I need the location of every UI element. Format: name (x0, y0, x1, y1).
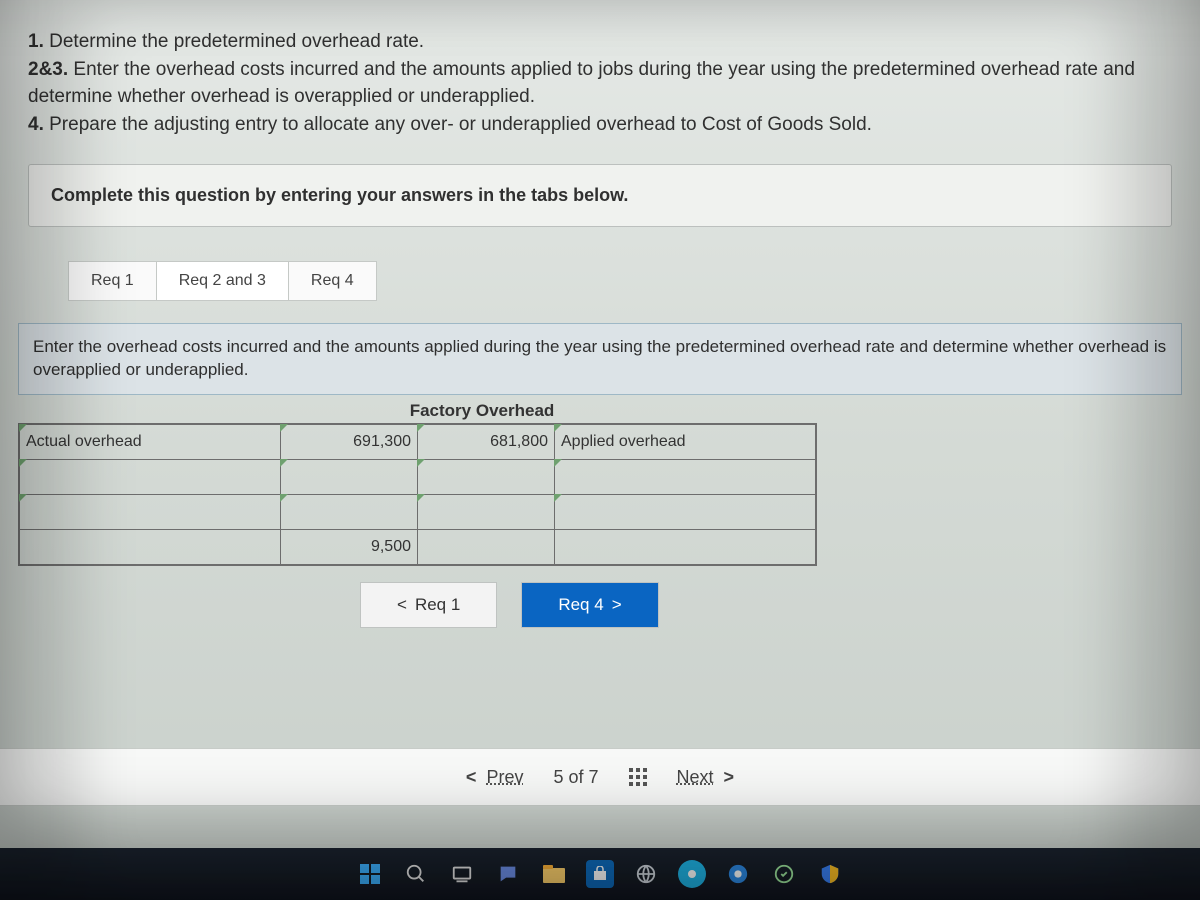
t-account-table: Actual overhead 691,300 681,800 Applied … (18, 423, 817, 566)
debit-label-cell[interactable] (19, 495, 281, 530)
debit-label-cell[interactable] (19, 530, 281, 566)
windows-taskbar (0, 848, 1200, 900)
store-icon[interactable] (586, 860, 614, 888)
grid-icon[interactable] (629, 768, 647, 786)
chevron-right-icon: > (612, 595, 622, 615)
pager-prev[interactable]: < Prev (466, 767, 524, 788)
next-req-button[interactable]: Req 4 > (521, 582, 658, 628)
instruction-bar: Complete this question by entering your … (28, 164, 1172, 227)
tab-req-2-and-3[interactable]: Req 2 and 3 (156, 261, 289, 301)
q4-num: 4. (28, 114, 44, 135)
credit-amount-cell[interactable] (418, 460, 555, 495)
table-row (19, 460, 816, 495)
search-icon[interactable] (402, 860, 430, 888)
credit-label-cell[interactable] (555, 460, 817, 495)
credit-amount-cell[interactable] (418, 530, 555, 566)
tab-req-4[interactable]: Req 4 (288, 261, 377, 301)
table-row (19, 495, 816, 530)
credit-label-cell[interactable] (555, 530, 817, 566)
credit-amount-cell[interactable]: 681,800 (418, 424, 555, 460)
start-icon[interactable] (356, 860, 384, 888)
question-line-1: 1. Determine the predetermined overhead … (28, 28, 1172, 56)
table-row: 9,500 (19, 530, 816, 566)
app-icon[interactable] (678, 860, 706, 888)
debit-amount-cell[interactable] (281, 495, 418, 530)
q1-text: Determine the predetermined overhead rat… (44, 31, 424, 52)
question-line-2: 2&3. Enter the overhead costs incurred a… (28, 56, 1172, 111)
pager-prev-label: Prev (486, 767, 523, 787)
q23-num: 2&3. (28, 59, 68, 80)
prev-req-label: Req 1 (415, 595, 460, 615)
tab-req-1[interactable]: Req 1 (68, 261, 157, 301)
debit-label-cell[interactable]: Actual overhead (19, 424, 281, 460)
chat-icon[interactable] (494, 860, 522, 888)
pager-next[interactable]: Next > (677, 767, 735, 788)
q1-num: 1. (28, 31, 44, 52)
pager-bar: < Prev 5 of 7 Next > (0, 748, 1200, 806)
security-icon[interactable] (816, 860, 844, 888)
chevron-right-icon: > (724, 767, 735, 787)
app-icon[interactable] (770, 860, 798, 888)
instruction-text: Complete this question by entering your … (51, 185, 628, 205)
credit-label-cell[interactable] (555, 495, 817, 530)
question-line-3: 4. Prepare the adjusting entry to alloca… (28, 111, 1172, 139)
q23-text: Enter the overhead costs incurred and th… (28, 59, 1135, 108)
debit-label-cell[interactable] (19, 460, 281, 495)
tab-row: Req 1 Req 2 and 3 Req 4 (68, 261, 1200, 301)
table-row: Actual overhead 691,300 681,800 Applied … (19, 424, 816, 460)
debit-amount-cell[interactable]: 9,500 (281, 530, 418, 566)
tab-prompt: Enter the overhead costs incurred and th… (18, 323, 1182, 395)
file-explorer-icon[interactable] (540, 860, 568, 888)
q4-text: Prepare the adjusting entry to allocate … (44, 114, 872, 135)
question-block: 1. Determine the predetermined overhead … (0, 0, 1200, 146)
next-req-label: Req 4 (558, 595, 603, 615)
chevron-left-icon: < (397, 595, 407, 615)
debit-amount-cell[interactable] (281, 460, 418, 495)
credit-amount-cell[interactable] (418, 495, 555, 530)
app-icon[interactable] (632, 860, 660, 888)
prev-req-button[interactable]: < Req 1 (360, 582, 497, 628)
debit-amount-cell[interactable]: 691,300 (281, 424, 418, 460)
sub-nav: < Req 1 Req 4 > (360, 582, 1200, 628)
pager-next-label: Next (677, 767, 714, 787)
credit-label-cell[interactable]: Applied overhead (555, 424, 817, 460)
t-account: Factory Overhead Actual overhead 691,300… (18, 401, 1200, 566)
app-icon[interactable] (724, 860, 752, 888)
chevron-left-icon: < (466, 767, 477, 787)
t-account-title: Factory Overhead (282, 401, 682, 423)
task-view-icon[interactable] (448, 860, 476, 888)
pager-position: 5 of 7 (553, 767, 598, 788)
